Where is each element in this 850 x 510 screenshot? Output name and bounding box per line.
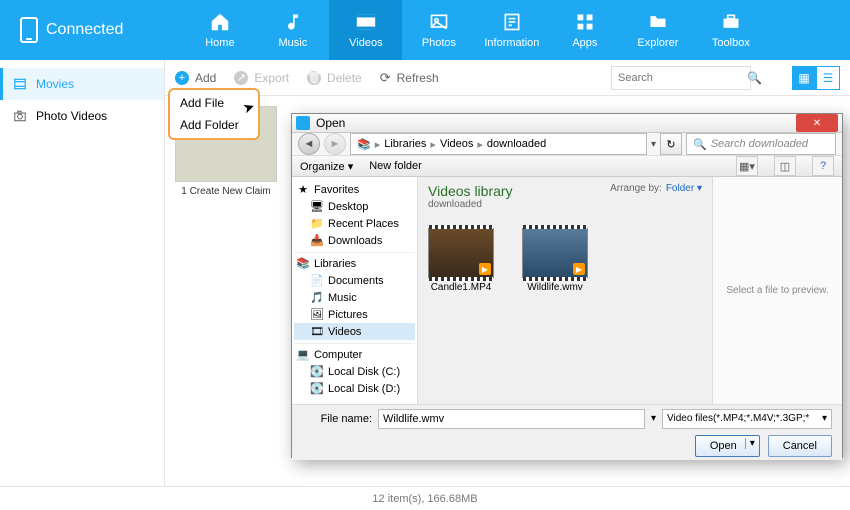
preview-pane: Select a file to preview.	[712, 177, 842, 404]
file-item[interactable]: ▶ Candle1.MP4	[428, 228, 494, 293]
status-bar: 12 item(s), 166.68MB	[0, 486, 850, 510]
nav-toolbox[interactable]: Toolbox	[694, 0, 767, 60]
tree-recent-places[interactable]: 📁Recent Places	[294, 215, 415, 232]
view-mode-button[interactable]: ▦▾	[736, 156, 758, 176]
video-icon	[355, 11, 377, 33]
refresh-path-button[interactable]: ↻	[660, 133, 682, 155]
forward-button[interactable]: ►	[324, 133, 346, 155]
new-folder-button[interactable]: New folder	[369, 160, 422, 172]
film-icon	[12, 76, 28, 92]
filename-label: File name:	[302, 413, 372, 425]
file-thumbnail: ▶	[428, 228, 494, 278]
app-icon	[296, 116, 310, 130]
tree-disk-d[interactable]: 💽Local Disk (D:)	[294, 380, 415, 397]
folder-icon	[647, 11, 669, 33]
nav-videos[interactable]: Videos	[329, 0, 402, 60]
library-subtitle: downloaded	[428, 199, 702, 210]
add-button[interactable]: + Add	[175, 71, 216, 85]
search-icon[interactable]: 🔍	[747, 71, 762, 85]
dialog-toolbar: Organize ▾ New folder ▦▾ ◫ ?	[292, 156, 842, 177]
play-icon: ▶	[573, 263, 585, 275]
photos-icon	[428, 11, 450, 33]
tree-videos[interactable]: 🎞Videos	[294, 323, 415, 340]
toolbox-icon	[720, 11, 742, 33]
tree-disk-c[interactable]: 💽Local Disk (C:)	[294, 363, 415, 380]
close-button[interactable]: ✕	[796, 114, 838, 132]
info-icon	[501, 11, 523, 33]
nav-explorer[interactable]: Explorer	[621, 0, 694, 60]
view-toggle: ▦ ☰	[792, 66, 840, 90]
tree-documents[interactable]: 📄Documents	[294, 272, 415, 289]
camera-icon	[12, 108, 28, 124]
list-view-button[interactable]: ☰	[816, 66, 840, 90]
dialog-titlebar: Open ✕	[292, 114, 842, 133]
open-button[interactable]: Open	[695, 435, 760, 457]
tree-music[interactable]: 🎵Music	[294, 289, 415, 306]
add-folder-menu-item[interactable]: Add Folder	[170, 114, 258, 136]
nav-apps[interactable]: Apps	[548, 0, 621, 60]
sidebar-item-movies[interactable]: Movies	[0, 68, 164, 100]
music-icon	[282, 11, 304, 33]
grid-view-button[interactable]: ▦	[792, 66, 816, 90]
tree-favorites[interactable]: ★Favorites	[294, 181, 415, 198]
nav-music[interactable]: Music	[256, 0, 329, 60]
nav-photos[interactable]: Photos	[402, 0, 475, 60]
phone-icon	[20, 17, 38, 43]
dialog-search-input[interactable]: 🔍 Search downloaded	[686, 133, 836, 155]
sidebar-label: Photo Videos	[36, 109, 107, 123]
delete-button[interactable]: 🗑 Delete	[307, 71, 362, 85]
arrange-by[interactable]: Arrange by: Folder ▾	[610, 183, 702, 194]
nav-information[interactable]: Information	[475, 0, 548, 60]
plus-icon: +	[175, 71, 189, 85]
device-status: Connected	[10, 17, 143, 43]
video-title: 1 Create New Claim	[181, 186, 270, 198]
organize-button[interactable]: Organize ▾	[300, 160, 353, 173]
file-list-pane: Arrange by: Folder ▾ Videos library down…	[418, 177, 712, 404]
home-icon	[209, 11, 231, 33]
tree-downloads[interactable]: 📥Downloads	[294, 232, 415, 249]
export-icon: ↗	[234, 71, 248, 85]
nav-items: Home Music Videos Photos Information App…	[183, 0, 767, 60]
tree-pictures[interactable]: 🖼Pictures	[294, 306, 415, 323]
sidebar-label: Movies	[36, 77, 74, 91]
library-icon: 📚	[357, 138, 371, 151]
folder-tree: ★Favorites 🖥Desktop 📁Recent Places 📥Down…	[292, 177, 418, 404]
tree-computer[interactable]: 💻Computer	[294, 346, 415, 363]
file-item[interactable]: ▶ Wildlife.wmv	[522, 228, 588, 293]
cancel-button[interactable]: Cancel	[768, 435, 832, 457]
search-input[interactable]	[611, 66, 751, 90]
file-filter-select[interactable]: Video files(*.MP4;*.M4V;*.3GP;*▾	[662, 409, 832, 429]
file-name: Wildlife.wmv	[527, 282, 583, 293]
preview-pane-button[interactable]: ◫	[774, 156, 796, 176]
export-button[interactable]: ↗ Export	[234, 71, 289, 85]
play-icon: ▶	[479, 263, 491, 275]
help-button[interactable]: ?	[812, 156, 834, 176]
refresh-button[interactable]: ⟳ Refresh	[380, 70, 439, 86]
search-icon: 🔍	[693, 138, 707, 151]
filename-input[interactable]	[378, 409, 645, 429]
status-text: 12 item(s), 166.68MB	[372, 493, 477, 505]
trash-icon: 🗑	[307, 71, 321, 85]
sidebar-item-photo-videos[interactable]: Photo Videos	[0, 100, 164, 132]
nav-home[interactable]: Home	[183, 0, 256, 60]
toolbar: + Add ↗ Export 🗑 Delete ⟳ Refresh 🔍 ▦ ☰	[165, 60, 850, 96]
top-nav: Connected Home Music Videos Photos Infor…	[0, 0, 850, 60]
tree-desktop[interactable]: 🖥Desktop	[294, 198, 415, 215]
sidebar: Movies Photo Videos	[0, 60, 165, 486]
breadcrumb[interactable]: 📚 ▸ Libraries ▸ Videos ▸ downloaded	[350, 133, 647, 155]
tree-libraries[interactable]: 📚Libraries	[294, 255, 415, 272]
dialog-path-bar: ◄ ► 📚 ▸ Libraries ▸ Videos ▸ downloaded …	[292, 133, 842, 156]
file-open-dialog: Open ✕ ◄ ► 📚 ▸ Libraries ▸ Videos ▸ down…	[291, 113, 843, 458]
file-thumbnail: ▶	[522, 228, 588, 278]
back-button[interactable]: ◄	[298, 133, 320, 155]
refresh-icon: ⟳	[380, 70, 391, 86]
apps-icon	[574, 11, 596, 33]
file-name: Candle1.MP4	[431, 282, 492, 293]
arrange-value[interactable]: Folder ▾	[666, 183, 702, 194]
dialog-footer: File name: ▾ Video files(*.MP4;*.M4V;*.3…	[292, 404, 842, 460]
dialog-title: Open	[316, 116, 790, 130]
device-status-text: Connected	[46, 21, 123, 39]
